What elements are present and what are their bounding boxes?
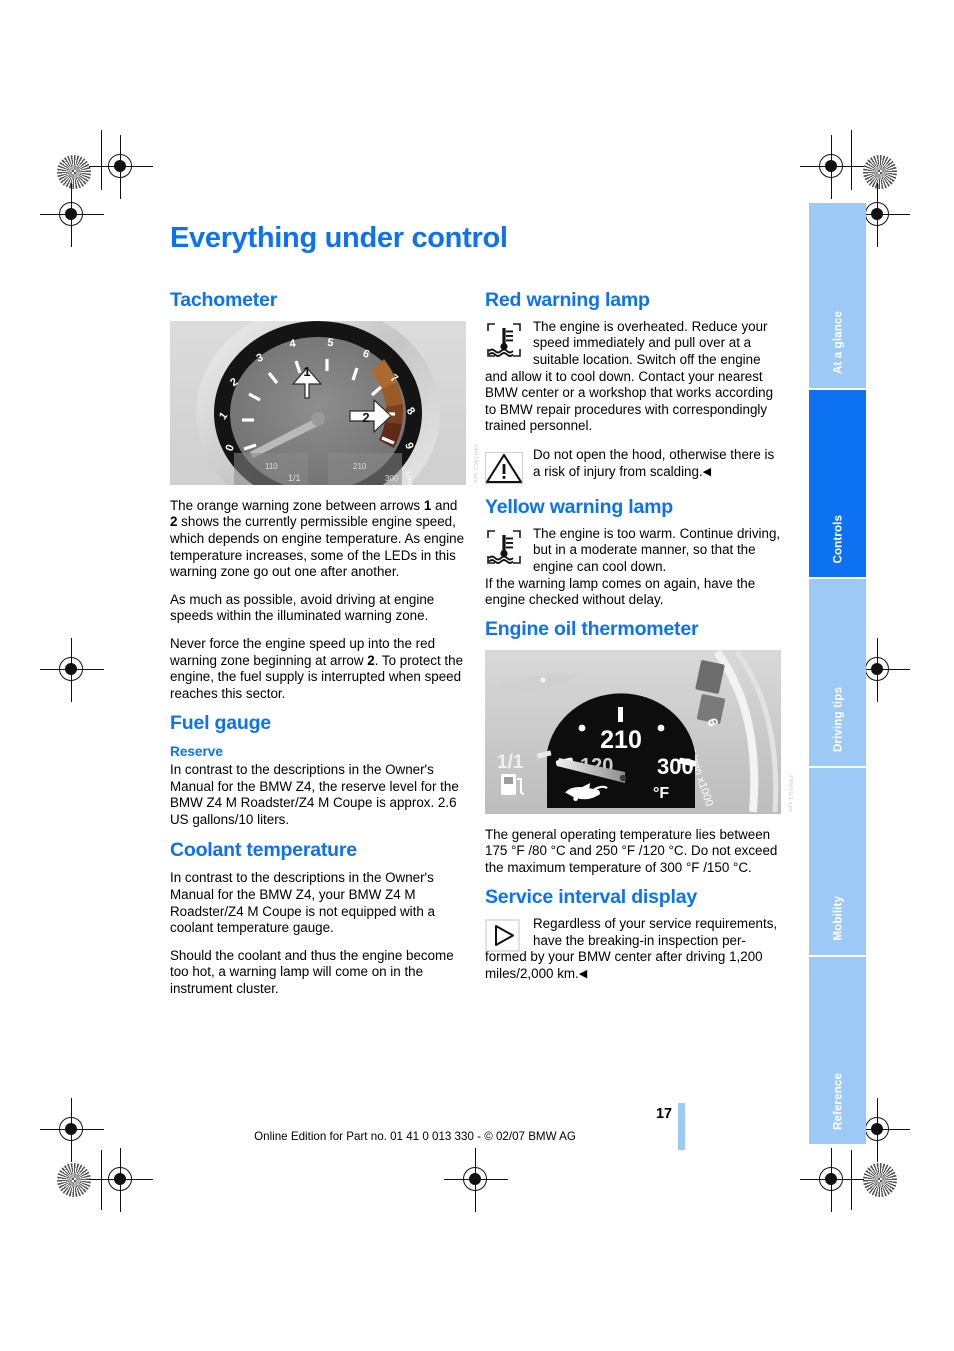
tab-label-mobility: Mobility xyxy=(831,896,844,941)
engine-oil-thermometer-photo: 6 1/min x1000 210 300 120 °F xyxy=(485,649,781,814)
halftone-dot-mark-top-left xyxy=(57,155,91,189)
yellow-warning-lamp-note: The engine is too warm. Continue driving… xyxy=(485,526,781,609)
registration-mark-top-right-inner xyxy=(800,135,864,199)
coolant-paragraph-2: Should the coolant and thus the engine b… xyxy=(170,947,454,996)
tachometer-photo: 0 1 2 3 4 5 6 7 8 9 110 210 300 1/1 1 2 xyxy=(170,320,466,485)
tachometer-paragraph-1: The orange warning zone between arrows 1… xyxy=(170,497,465,580)
fuel-gauge-paragraph: In contrast to the descriptions in the O… xyxy=(170,762,459,827)
end-marker-service-interval: ◀ xyxy=(578,968,588,980)
subheading-reserve: Reserve xyxy=(170,744,223,760)
service-interval-text: Regardless of your service requirements,… xyxy=(485,916,781,982)
coolant-temperature-warning-icon xyxy=(487,323,521,357)
registration-mark-left-middle xyxy=(40,638,104,702)
svg-text:1: 1 xyxy=(303,364,310,379)
tab-driving-tips[interactable]: Driving tips xyxy=(809,579,866,766)
tab-label-controls: Controls xyxy=(831,514,844,563)
section-heading-fuel-gauge: Fuel gauge xyxy=(170,712,271,735)
red-warning-lamp-text-rest: and allow it to cool down. Contact your … xyxy=(485,368,774,434)
engine-oil-thermometer-figure: 6 1/min x1000 210 300 120 °F xyxy=(485,649,793,814)
footer-accent-bar xyxy=(678,1103,685,1150)
svg-text:110: 110 xyxy=(265,462,278,471)
tachometer-paragraph-3: Never force the engine speed up into the… xyxy=(170,635,464,701)
page-title: Everything under control xyxy=(170,222,508,254)
footer-text: Online Edition for Part no. 01 41 0 013 … xyxy=(254,1130,576,1143)
tab-label-driving-tips: Driving tips xyxy=(831,687,844,752)
tachometer-figure: 0 1 2 3 4 5 6 7 8 9 110 210 300 1/1 1 2 … xyxy=(170,320,478,485)
yellow-warning-lamp-text: The engine is too warm. Continue driving… xyxy=(485,526,781,609)
page-number: 17 xyxy=(655,1106,672,1122)
registration-mark-left-upper xyxy=(40,183,104,247)
hood-warning-note: Do not open the hood, otherwise there is… xyxy=(485,447,781,487)
service-interval-text-indent: Regardless of your service requirements,… xyxy=(533,916,778,948)
section-heading-tachometer: Tachometer xyxy=(170,289,278,311)
figure-credit-tachometer: Z4MTAC1.eps xyxy=(472,444,478,483)
registration-mark-left-lower xyxy=(40,1098,104,1162)
section-heading-coolant-temperature: Coolant temperature xyxy=(170,838,357,861)
tab-mobility[interactable]: Mobility xyxy=(809,768,866,955)
section-heading-engine-oil-thermometer: Engine oil thermometer xyxy=(485,617,699,640)
halftone-dot-mark-bottom-left xyxy=(57,1163,91,1197)
svg-text:°F: °F xyxy=(653,785,669,802)
right-column: Red warning lamp The engine is overheate… xyxy=(485,289,793,993)
registration-mark-bottom-left-inner xyxy=(89,1148,153,1212)
trim-line-vertical-right-bottom xyxy=(851,1150,853,1210)
hood-warning-text-indent: Do not open the hood, otherwise there is… xyxy=(485,447,781,480)
svg-text:210: 210 xyxy=(353,462,367,471)
yellow-warning-lamp-text-rest: If the warning lamp comes on again, have… xyxy=(485,575,756,608)
tab-label-at-a-glance: At a glance xyxy=(831,311,844,374)
trim-line-vertical-right xyxy=(851,130,853,190)
warning-triangle-icon xyxy=(485,451,523,484)
service-interval-note: Regardless of your service requirements,… xyxy=(485,916,781,982)
section-heading-yellow-warning-lamp: Yellow warning lamp xyxy=(485,495,673,518)
svg-text:1/1: 1/1 xyxy=(497,752,524,773)
registration-mark-top-left-inner xyxy=(89,135,153,199)
svg-text:300: 300 xyxy=(385,474,399,483)
tab-reference[interactable]: Reference xyxy=(809,957,866,1144)
svg-text:210: 210 xyxy=(600,726,642,754)
hood-warning-text: Do not open the hood, otherwise there is… xyxy=(485,447,781,480)
section-heading-red-warning-lamp: Red warning lamp xyxy=(485,289,650,311)
engine-oil-thermometer-paragraph: The general operating temperature lies b… xyxy=(485,826,778,875)
halftone-dot-mark-bottom-right xyxy=(863,1163,897,1197)
red-warning-lamp-note: The engine is overheated. Reduce your sp… xyxy=(485,319,781,435)
service-interval-text-rest: formed by your BMW center after driving … xyxy=(485,949,763,981)
tab-controls[interactable]: Controls xyxy=(809,390,866,577)
red-warning-lamp-text-indent: The engine is overheated. Reduce your sp… xyxy=(533,318,768,368)
left-column: Tachometer 0 1 2 3 4 5 6 7 8 9 110 210 3… xyxy=(170,289,478,998)
coolant-temperature-warning-icon xyxy=(487,530,521,564)
play-triangle-note-icon xyxy=(485,919,520,952)
end-marker-hood-warning: ◀ xyxy=(702,465,712,478)
figure-credit-oil-thermometer: Z4MOIL1.eps xyxy=(787,774,793,812)
section-heading-service-interval-display: Service interval display xyxy=(485,886,697,909)
halftone-dot-mark-top-right xyxy=(863,155,897,189)
hood-warning-sentence: Do not open the hood, otherwise there is… xyxy=(533,446,775,479)
svg-text:1/1: 1/1 xyxy=(288,473,301,483)
red-warning-lamp-text: The engine is overheated. Reduce your sp… xyxy=(485,319,781,435)
svg-text:300: 300 xyxy=(657,754,694,779)
svg-text:2: 2 xyxy=(362,410,369,425)
tachometer-paragraph-2: As much as possible, avoid driving at en… xyxy=(170,591,435,624)
registration-mark-bottom-right-inner xyxy=(800,1148,864,1212)
tab-label-reference: Reference xyxy=(831,1073,844,1130)
registration-mark-bottom-center xyxy=(444,1148,508,1212)
tab-at-a-glance[interactable]: At a glance xyxy=(809,203,866,388)
yellow-warning-lamp-text-indent: The engine is too warm. Continue driving… xyxy=(533,525,781,574)
trim-line-vertical-left-bottom xyxy=(101,1150,103,1210)
trim-line-vertical-left xyxy=(101,130,103,190)
coolant-paragraph-1: In contrast to the descriptions in the O… xyxy=(170,870,435,936)
